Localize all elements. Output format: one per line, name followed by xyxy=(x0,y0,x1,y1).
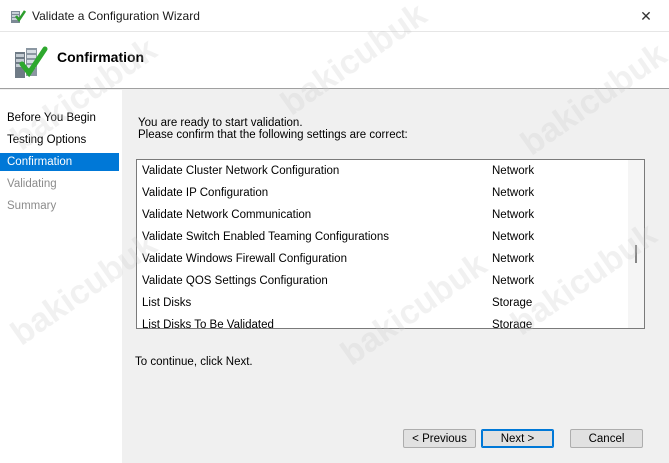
intro-text-line1: You are ready to start validation. xyxy=(138,117,303,129)
scrollbar-thumb[interactable] xyxy=(635,245,637,263)
step-testing-options[interactable]: Testing Options xyxy=(0,131,119,149)
test-category: Network xyxy=(492,209,535,221)
continue-hint: To continue, click Next. xyxy=(135,356,253,368)
cancel-button[interactable]: Cancel xyxy=(570,429,643,448)
close-button[interactable]: ✕ xyxy=(623,0,669,32)
step-summary: Summary xyxy=(7,200,57,212)
list-item: Validate Cluster Network Configuration N… xyxy=(137,160,627,182)
intro-text-line2: Please confirm that the following settin… xyxy=(138,129,408,141)
test-name: List Disks xyxy=(142,297,192,309)
list-item: Validate Network Communication Network xyxy=(137,204,627,226)
validation-checkmark-icon xyxy=(15,46,48,78)
list-item: Validate Windows Firewall Configuration … xyxy=(137,248,627,270)
test-category: Network xyxy=(492,275,535,287)
test-name: Validate Network Communication xyxy=(142,209,312,221)
wizard-footer: < Previous Next > Cancel xyxy=(123,417,669,463)
test-category: Network xyxy=(492,165,535,177)
close-icon: ✕ xyxy=(640,7,652,24)
test-name: Validate Cluster Network Configuration xyxy=(142,165,340,177)
list-item: Validate IP Configuration Network xyxy=(137,182,627,204)
test-category: Network xyxy=(492,187,535,199)
wizard-steps-sidebar: Before You Begin Testing Options Confirm… xyxy=(0,90,122,463)
previous-button[interactable]: < Previous xyxy=(403,429,476,448)
list-item: List Disks Storage xyxy=(137,292,627,314)
list-scrollbar[interactable] xyxy=(628,160,644,328)
list-item: Validate QOS Settings Configuration Netw… xyxy=(137,270,627,292)
step-confirmation[interactable]: Confirmation xyxy=(0,153,119,171)
window-title: Validate a Configuration Wizard xyxy=(32,9,200,23)
next-button[interactable]: Next > xyxy=(481,429,554,448)
test-name: Validate QOS Settings Configuration xyxy=(142,275,328,287)
test-name: Validate Switch Enabled Teaming Configur… xyxy=(142,231,389,243)
wizard-header: Confirmation xyxy=(0,32,669,89)
test-category: Network xyxy=(492,231,535,243)
step-before-you-begin[interactable]: Before You Begin xyxy=(0,109,119,127)
title-bar: Validate a Configuration Wizard ✕ xyxy=(0,0,669,32)
list-item: Validate Switch Enabled Teaming Configur… xyxy=(137,226,627,248)
validation-tests-list[interactable]: Validate Cluster Network Configuration N… xyxy=(136,159,645,329)
test-category: Storage xyxy=(492,297,533,309)
test-name: Validate Windows Firewall Configuration xyxy=(142,253,347,265)
confirmation-panel: You are ready to start validation. Pleas… xyxy=(123,98,667,417)
test-name: List Disks To Be Validated xyxy=(142,319,274,329)
step-validating: Validating xyxy=(7,178,57,190)
page-title: Confirmation xyxy=(57,49,145,65)
test-category: Network xyxy=(492,253,535,265)
cluster-wizard-icon xyxy=(11,10,26,23)
test-name: Validate IP Configuration xyxy=(142,187,269,199)
list-item: List Disks To Be Validated Storage xyxy=(137,314,627,329)
test-category: Storage xyxy=(492,319,533,329)
